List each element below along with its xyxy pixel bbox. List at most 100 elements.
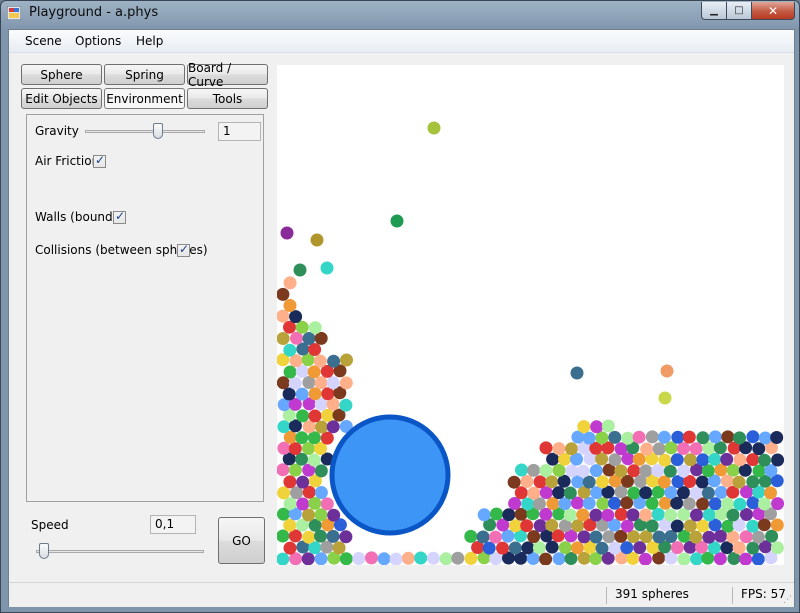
- small-sphere[interactable]: [327, 508, 341, 522]
- small-sphere[interactable]: [576, 508, 590, 522]
- small-sphere[interactable]: [502, 508, 516, 522]
- small-sphere[interactable]: [508, 519, 522, 533]
- speed-slider-track[interactable]: [36, 550, 204, 553]
- small-sphere[interactable]: [614, 464, 628, 478]
- gravity-slider-track[interactable]: [85, 130, 205, 133]
- small-sphere[interactable]: [670, 519, 684, 533]
- small-sphere[interactable]: [771, 453, 784, 467]
- small-sphere[interactable]: [746, 519, 760, 533]
- small-sphere[interactable]: [702, 508, 716, 522]
- small-sphere[interactable]: [620, 519, 634, 533]
- small-sphere[interactable]: [277, 552, 290, 565]
- small-sphere[interactable]: [640, 442, 654, 456]
- small-sphere[interactable]: [626, 508, 640, 522]
- small-sphere[interactable]: [321, 387, 335, 401]
- small-sphere[interactable]: [283, 497, 297, 511]
- small-sphere[interactable]: [389, 552, 403, 565]
- small-sphere[interactable]: [339, 552, 353, 565]
- tools-button[interactable]: Tools: [187, 88, 268, 109]
- small-sphere[interactable]: [326, 420, 340, 434]
- small-sphere[interactable]: [296, 475, 310, 489]
- small-sphere[interactable]: [746, 541, 760, 555]
- small-sphere[interactable]: [352, 552, 366, 565]
- small-sphere[interactable]: [608, 430, 622, 444]
- small-sphere[interactable]: [314, 464, 328, 478]
- collisions-checkbox[interactable]: [177, 242, 190, 257]
- small-sphere[interactable]: [401, 551, 415, 565]
- small-sphere[interactable]: [496, 541, 509, 555]
- gravity-value-field[interactable]: 1: [218, 122, 261, 141]
- small-sphere[interactable]: [701, 464, 715, 478]
- small-sphere[interactable]: [321, 408, 335, 422]
- small-sphere[interactable]: [563, 486, 577, 500]
- small-sphere[interactable]: [590, 420, 604, 434]
- small-sphere[interactable]: [277, 309, 290, 323]
- small-sphere[interactable]: [314, 376, 328, 390]
- small-sphere[interactable]: [288, 442, 302, 456]
- small-sphere[interactable]: [683, 519, 697, 533]
- small-sphere[interactable]: [308, 409, 322, 423]
- small-sphere[interactable]: [464, 551, 478, 565]
- small-sphere[interactable]: [608, 541, 622, 555]
- title-bar[interactable]: Playground - a.phys ▁ □ ✕: [1, 1, 799, 25]
- simulation-canvas[interactable]: [277, 65, 784, 565]
- small-sphere[interactable]: [683, 453, 697, 467]
- small-sphere[interactable]: [527, 463, 541, 477]
- small-sphere[interactable]: [507, 475, 521, 489]
- small-sphere[interactable]: [310, 233, 324, 247]
- small-sphere[interactable]: [277, 441, 291, 455]
- small-sphere[interactable]: [280, 226, 294, 240]
- small-sphere[interactable]: [508, 497, 522, 510]
- small-sphere[interactable]: [651, 507, 665, 521]
- small-sphere[interactable]: [576, 464, 590, 478]
- small-sphere[interactable]: [520, 475, 534, 488]
- menu-options[interactable]: Options: [75, 34, 121, 48]
- small-sphere[interactable]: [288, 376, 302, 390]
- small-sphere[interactable]: [277, 376, 290, 390]
- small-sphere[interactable]: [289, 310, 303, 324]
- small-sphere[interactable]: [708, 452, 722, 466]
- small-sphere[interactable]: [582, 475, 596, 489]
- small-sphere[interactable]: [552, 442, 566, 456]
- small-sphere[interactable]: [690, 508, 703, 522]
- air-friction-checkbox[interactable]: [93, 153, 106, 168]
- small-sphere[interactable]: [570, 366, 584, 380]
- go-button[interactable]: GO: [218, 517, 265, 564]
- small-sphere[interactable]: [770, 541, 784, 555]
- speed-value-field[interactable]: 0,1: [150, 515, 196, 534]
- small-sphere[interactable]: [720, 452, 734, 466]
- small-sphere[interactable]: [545, 475, 559, 489]
- small-sphere[interactable]: [627, 464, 641, 478]
- small-sphere[interactable]: [296, 497, 310, 511]
- small-sphere[interactable]: [690, 552, 704, 565]
- small-sphere[interactable]: [293, 263, 307, 277]
- small-sphere[interactable]: [308, 321, 322, 335]
- small-sphere[interactable]: [689, 442, 703, 456]
- small-sphere[interactable]: [633, 541, 647, 555]
- small-sphere[interactable]: [533, 475, 547, 489]
- spring-button[interactable]: Spring: [104, 64, 185, 85]
- small-sphere[interactable]: [658, 391, 672, 405]
- close-button[interactable]: ✕: [752, 2, 795, 20]
- small-sphere[interactable]: [645, 519, 659, 533]
- small-sphere[interactable]: [721, 430, 735, 444]
- small-sphere[interactable]: [326, 529, 340, 543]
- small-sphere[interactable]: [582, 431, 596, 445]
- small-sphere[interactable]: [658, 453, 672, 467]
- small-sphere[interactable]: [608, 496, 621, 510]
- small-sphere[interactable]: [339, 376, 353, 390]
- small-sphere[interactable]: [770, 431, 784, 444]
- small-sphere[interactable]: [527, 530, 541, 544]
- small-sphere[interactable]: [308, 387, 322, 401]
- small-sphere[interactable]: [552, 486, 566, 500]
- speed-slider-thumb[interactable]: [39, 543, 50, 559]
- small-sphere[interactable]: [702, 530, 716, 544]
- small-sphere[interactable]: [558, 541, 572, 555]
- small-sphere[interactable]: [708, 497, 722, 511]
- small-sphere[interactable]: [290, 331, 303, 345]
- small-sphere[interactable]: [670, 453, 684, 467]
- small-sphere[interactable]: [589, 530, 603, 544]
- small-sphere[interactable]: [314, 486, 328, 499]
- small-sphere[interactable]: [721, 519, 735, 533]
- small-sphere[interactable]: [327, 354, 341, 368]
